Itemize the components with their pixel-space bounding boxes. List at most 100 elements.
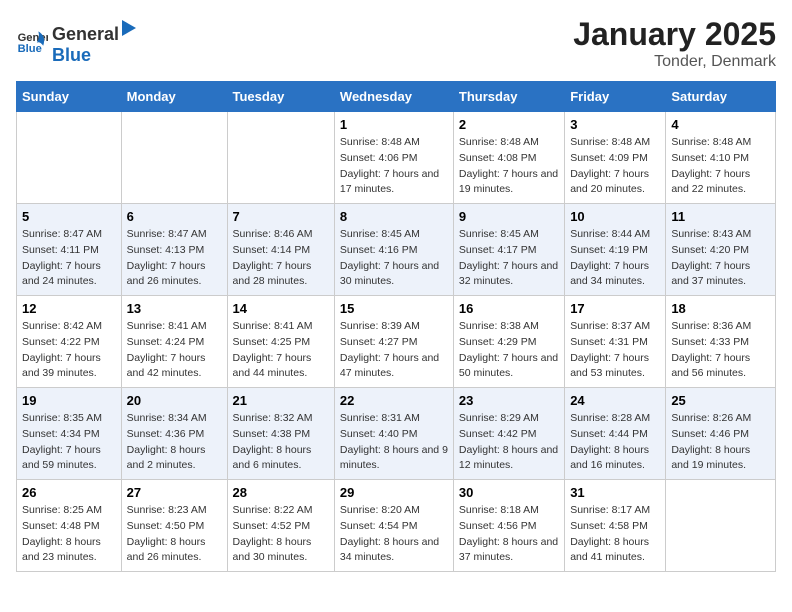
- calendar-cell: 1 Sunrise: 8:48 AMSunset: 4:06 PMDaylight…: [334, 112, 453, 204]
- day-info: Sunrise: 8:36 AMSunset: 4:33 PMDaylight:…: [671, 319, 770, 382]
- day-number: 26: [22, 485, 116, 500]
- logo-general: General: [52, 24, 119, 45]
- calendar-cell: 3Sunrise: 8:48 AMSunset: 4:09 PMDaylight…: [565, 112, 666, 204]
- calendar-cell: 25 Sunrise: 8:26 AMSunset: 4:46 PMDayligh…: [666, 388, 776, 480]
- weekday-header-tuesday: Tuesday: [227, 82, 334, 112]
- day-info: Sunrise: 8:26 AMSunset: 4:46 PMDaylight:…: [671, 411, 770, 474]
- day-number: 24: [570, 393, 660, 408]
- calendar-week-row: 26 Sunrise: 8:25 AMSunset: 4:48 PMDayligh…: [17, 480, 776, 572]
- calendar-cell: 23 Sunrise: 8:29 AMSunset: 4:42 PMDayligh…: [453, 388, 564, 480]
- day-info: Sunrise: 8:29 AMSunset: 4:42 PMDaylight:…: [459, 411, 559, 474]
- day-info: Sunrise: 8:45 AMSunset: 4:16 PMDaylight:…: [340, 227, 448, 290]
- calendar-week-row: 19 Sunrise: 8:35 AMSunset: 4:34 PMDayligh…: [17, 388, 776, 480]
- calendar-cell: 20 Sunrise: 8:34 AMSunset: 4:36 PMDayligh…: [121, 388, 227, 480]
- day-number: 10: [570, 209, 660, 224]
- day-number: 23: [459, 393, 559, 408]
- calendar-cell: [227, 112, 334, 204]
- logo-arrow-icon: [120, 16, 138, 40]
- day-info: Sunrise: 8:37 AMSunset: 4:31 PMDaylight:…: [570, 319, 660, 382]
- day-info: Sunrise: 8:45 AMSunset: 4:17 PMDaylight:…: [459, 227, 559, 290]
- calendar-cell: 30Sunrise: 8:18 AMSunset: 4:56 PMDayligh…: [453, 480, 564, 572]
- calendar-cell: 15 Sunrise: 8:39 AMSunset: 4:27 PMDayligh…: [334, 296, 453, 388]
- day-info: Sunrise: 8:18 AMSunset: 4:56 PMDaylight:…: [459, 503, 559, 566]
- page-header: General Blue General Blue January 2025 T…: [16, 16, 776, 71]
- day-info: Sunrise: 8:48 AMSunset: 4:08 PMDaylight:…: [459, 135, 559, 198]
- day-number: 15: [340, 301, 448, 316]
- day-number: 18: [671, 301, 770, 316]
- calendar-cell: 31 Sunrise: 8:17 AMSunset: 4:58 PMDayligh…: [565, 480, 666, 572]
- day-info: Sunrise: 8:23 AMSunset: 4:50 PMDaylight:…: [127, 503, 222, 566]
- day-number: 21: [233, 393, 329, 408]
- day-info: Sunrise: 8:47 AMSunset: 4:11 PMDaylight:…: [22, 227, 116, 290]
- calendar-cell: 19 Sunrise: 8:35 AMSunset: 4:34 PMDayligh…: [17, 388, 122, 480]
- day-number: 22: [340, 393, 448, 408]
- calendar-cell: 28 Sunrise: 8:22 AMSunset: 4:52 PMDayligh…: [227, 480, 334, 572]
- weekday-header-saturday: Saturday: [666, 82, 776, 112]
- day-info: Sunrise: 8:17 AMSunset: 4:58 PMDaylight:…: [570, 503, 660, 566]
- logo-blue: Blue: [52, 45, 91, 65]
- day-number: 27: [127, 485, 222, 500]
- day-info: Sunrise: 8:38 AMSunset: 4:29 PMDaylight:…: [459, 319, 559, 382]
- calendar-cell: 29Sunrise: 8:20 AMSunset: 4:54 PMDayligh…: [334, 480, 453, 572]
- weekday-header-sunday: Sunday: [17, 82, 122, 112]
- svg-text:Blue: Blue: [18, 43, 42, 55]
- calendar-cell: 5Sunrise: 8:47 AMSunset: 4:11 PMDaylight…: [17, 204, 122, 296]
- calendar-cell: [17, 112, 122, 204]
- day-number: 1: [340, 117, 448, 132]
- day-info: Sunrise: 8:39 AMSunset: 4:27 PMDaylight:…: [340, 319, 448, 382]
- day-info: Sunrise: 8:41 AMSunset: 4:24 PMDaylight:…: [127, 319, 222, 382]
- day-number: 2: [459, 117, 559, 132]
- day-number: 28: [233, 485, 329, 500]
- day-info: Sunrise: 8:28 AMSunset: 4:44 PMDaylight:…: [570, 411, 660, 474]
- day-number: 6: [127, 209, 222, 224]
- calendar-cell: 4Sunrise: 8:48 AMSunset: 4:10 PMDaylight…: [666, 112, 776, 204]
- calendar-week-row: 12Sunrise: 8:42 AMSunset: 4:22 PMDayligh…: [17, 296, 776, 388]
- calendar-cell: 12Sunrise: 8:42 AMSunset: 4:22 PMDayligh…: [17, 296, 122, 388]
- page-title: January 2025: [573, 16, 776, 53]
- day-info: Sunrise: 8:31 AMSunset: 4:40 PMDaylight:…: [340, 411, 448, 474]
- day-number: 25: [671, 393, 770, 408]
- day-number: 4: [671, 117, 770, 132]
- day-number: 20: [127, 393, 222, 408]
- calendar-cell: [666, 480, 776, 572]
- day-info: Sunrise: 8:48 AMSunset: 4:06 PMDaylight:…: [340, 135, 448, 198]
- calendar-cell: 8 Sunrise: 8:45 AMSunset: 4:16 PMDaylight…: [334, 204, 453, 296]
- weekday-header-friday: Friday: [565, 82, 666, 112]
- logo: General Blue General Blue: [16, 16, 139, 66]
- calendar-cell: 16 Sunrise: 8:38 AMSunset: 4:29 PMDayligh…: [453, 296, 564, 388]
- day-info: Sunrise: 8:20 AMSunset: 4:54 PMDaylight:…: [340, 503, 448, 566]
- calendar-week-row: 1 Sunrise: 8:48 AMSunset: 4:06 PMDaylight…: [17, 112, 776, 204]
- calendar-cell: 17 Sunrise: 8:37 AMSunset: 4:31 PMDayligh…: [565, 296, 666, 388]
- calendar-week-row: 5Sunrise: 8:47 AMSunset: 4:11 PMDaylight…: [17, 204, 776, 296]
- title-block: January 2025 Tonder, Denmark: [573, 16, 776, 71]
- day-info: Sunrise: 8:41 AMSunset: 4:25 PMDaylight:…: [233, 319, 329, 382]
- day-info: Sunrise: 8:47 AMSunset: 4:13 PMDaylight:…: [127, 227, 222, 290]
- day-info: Sunrise: 8:35 AMSunset: 4:34 PMDaylight:…: [22, 411, 116, 474]
- weekday-header-wednesday: Wednesday: [334, 82, 453, 112]
- day-info: Sunrise: 8:44 AMSunset: 4:19 PMDaylight:…: [570, 227, 660, 290]
- day-info: Sunrise: 8:34 AMSunset: 4:36 PMDaylight:…: [127, 411, 222, 474]
- day-number: 17: [570, 301, 660, 316]
- calendar-cell: 26 Sunrise: 8:25 AMSunset: 4:48 PMDayligh…: [17, 480, 122, 572]
- calendar-cell: 6 Sunrise: 8:47 AMSunset: 4:13 PMDaylight…: [121, 204, 227, 296]
- calendar-cell: 14 Sunrise: 8:41 AMSunset: 4:25 PMDayligh…: [227, 296, 334, 388]
- day-number: 19: [22, 393, 116, 408]
- page-subtitle: Tonder, Denmark: [573, 53, 776, 71]
- calendar-table: SundayMondayTuesdayWednesdayThursdayFrid…: [16, 81, 776, 572]
- day-number: 16: [459, 301, 559, 316]
- day-number: 8: [340, 209, 448, 224]
- day-info: Sunrise: 8:22 AMSunset: 4:52 PMDaylight:…: [233, 503, 329, 566]
- day-number: 14: [233, 301, 329, 316]
- day-info: Sunrise: 8:25 AMSunset: 4:48 PMDaylight:…: [22, 503, 116, 566]
- day-number: 31: [570, 485, 660, 500]
- day-number: 11: [671, 209, 770, 224]
- weekday-header-thursday: Thursday: [453, 82, 564, 112]
- day-info: Sunrise: 8:48 AMSunset: 4:09 PMDaylight:…: [570, 135, 660, 198]
- weekday-header-monday: Monday: [121, 82, 227, 112]
- calendar-cell: 11Sunrise: 8:43 AMSunset: 4:20 PMDayligh…: [666, 204, 776, 296]
- calendar-cell: 10 Sunrise: 8:44 AMSunset: 4:19 PMDayligh…: [565, 204, 666, 296]
- weekday-header-row: SundayMondayTuesdayWednesdayThursdayFrid…: [17, 82, 776, 112]
- calendar-cell: 24 Sunrise: 8:28 AMSunset: 4:44 PMDayligh…: [565, 388, 666, 480]
- calendar-cell: 9Sunrise: 8:45 AMSunset: 4:17 PMDaylight…: [453, 204, 564, 296]
- day-number: 13: [127, 301, 222, 316]
